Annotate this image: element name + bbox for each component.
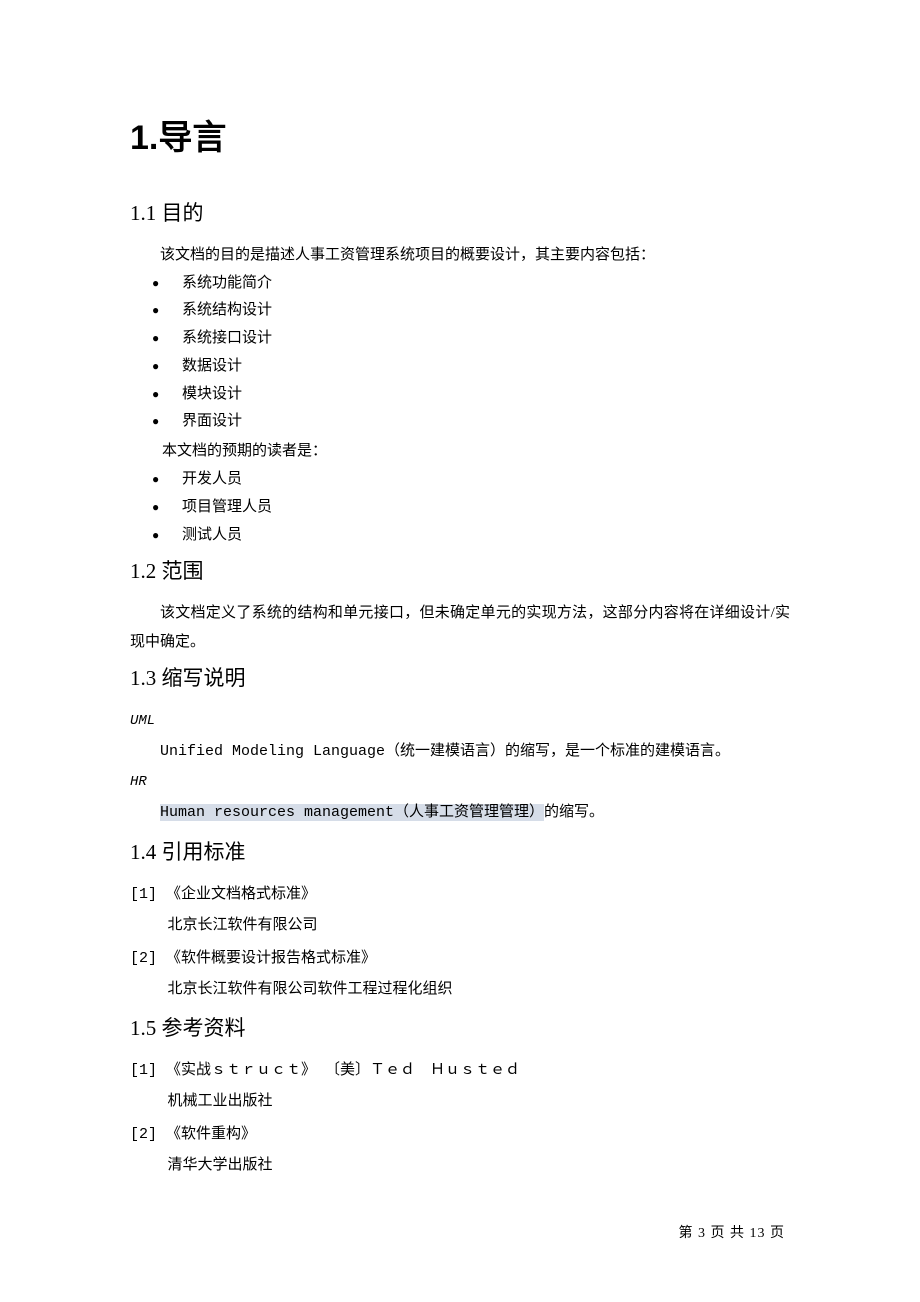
ref-item-2: [2] 《软件概要设计报告格式标准》 北京长江软件有限公司软件工程过程化组织 [130, 944, 790, 1004]
section-1-1-heading: 1.1 目的 [130, 197, 790, 227]
ref-line: [2] 《软件重构》 [130, 1120, 790, 1150]
list-item: 项目管理人员 [178, 494, 790, 522]
term-hr: HR [130, 767, 790, 798]
ref-line: 清华大学出版社 [130, 1150, 790, 1180]
list-item: 数据设计 [178, 353, 790, 381]
term-uml: UML [130, 706, 790, 737]
ref-line: [2] 《软件概要设计报告格式标准》 [130, 944, 790, 974]
ref-item-1: [1] 《实战ｓｔｒｕｃｔ》 〔美〕Ｔｅｄ Ｈｕｓｔｅｄ 机械工业出版社 [130, 1056, 790, 1116]
section-1-4-heading: 1.4 引用标准 [130, 836, 790, 866]
list-item: 测试人员 [178, 522, 790, 550]
ref-line: 机械工业出版社 [130, 1086, 790, 1116]
ref-item-2: [2] 《软件重构》 清华大学出版社 [130, 1120, 790, 1180]
def-hr: Human resources management（人事工资管理管理）的缩写。 [130, 798, 790, 828]
ref-line: 北京长江软件有限公司软件工程过程化组织 [130, 974, 790, 1004]
list-item: 系统功能简介 [178, 270, 790, 298]
list-item: 系统接口设计 [178, 325, 790, 353]
highlighted-text: Human resources management（人事工资管理管理） [160, 804, 544, 821]
def-uml: Unified Modeling Language（统一建模语言）的缩写，是一个… [130, 737, 790, 767]
section-1-2-heading: 1.2 范围 [130, 555, 790, 585]
ref-item-1: [1] 《企业文档格式标准》 北京长江软件有限公司 [130, 880, 790, 940]
section-1-1-bullets-2: 开发人员 项目管理人员 测试人员 [130, 466, 790, 549]
page-footer: 第 3 页 共 13 页 [679, 1222, 786, 1242]
document-title: 1.导言 [130, 110, 790, 159]
ref-line: 北京长江软件有限公司 [130, 910, 790, 940]
section-1-1-intro: 该文档的目的是描述人事工资管理系统项目的概要设计，其主要内容包括： [130, 241, 790, 270]
list-item: 模块设计 [178, 381, 790, 409]
list-item: 界面设计 [178, 408, 790, 436]
section-1-1-bullets-1: 系统功能简介 系统结构设计 系统接口设计 数据设计 模块设计 界面设计 [130, 270, 790, 437]
ref-line: [1] 《实战ｓｔｒｕｃｔ》 〔美〕Ｔｅｄ Ｈｕｓｔｅｄ [130, 1056, 790, 1086]
section-1-5-heading: 1.5 参考资料 [130, 1012, 790, 1042]
section-1-3-heading: 1.3 缩写说明 [130, 662, 790, 692]
section-1-2-body: 该文档定义了系统的结构和单元接口，但未确定单元的实现方法，这部分内容将在详细设计… [130, 599, 790, 656]
section-1-1-mid: 本文档的预期的读者是： [130, 436, 790, 466]
list-item: 系统结构设计 [178, 297, 790, 325]
list-item: 开发人员 [178, 466, 790, 494]
ref-line: [1] 《企业文档格式标准》 [130, 880, 790, 910]
